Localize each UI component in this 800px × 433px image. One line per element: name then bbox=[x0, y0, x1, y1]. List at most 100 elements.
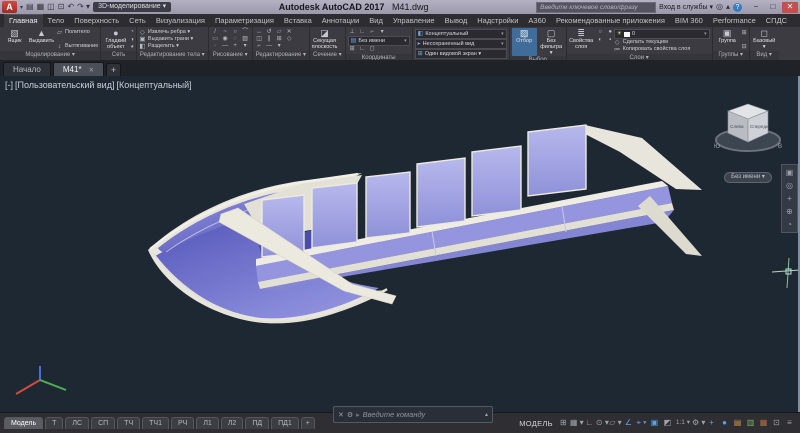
layout-tab[interactable]: Л1 bbox=[196, 417, 219, 429]
pan-icon[interactable]: ◎ bbox=[786, 181, 793, 190]
spline-icon[interactable]: — bbox=[221, 43, 230, 50]
capture-icon[interactable]: ▥ bbox=[744, 414, 757, 432]
ellipse-icon[interactable]: ◉ bbox=[221, 36, 230, 43]
extrude-button[interactable]: ▲ Выдавить bbox=[29, 28, 54, 51]
restore-button[interactable]: □ bbox=[765, 2, 781, 13]
section-plane-button[interactable]: ◪ Секущая плоскость bbox=[312, 28, 338, 51]
ribbon-tab[interactable]: Управление bbox=[388, 14, 440, 27]
presspull-button[interactable]: ↕ Вытягивание bbox=[56, 43, 98, 50]
compass-south-label[interactable]: Ю bbox=[714, 144, 720, 150]
dynamic-input-icon[interactable]: ▣ bbox=[648, 414, 661, 432]
draw-more-icon[interactable]: ▾ bbox=[241, 43, 250, 50]
drawing-canvas[interactable]: [-] [Пользовательский вид] [Концептуальн… bbox=[0, 76, 800, 412]
ucs-icon[interactable]: ⊥ bbox=[348, 29, 357, 36]
layout-tab[interactable]: СП bbox=[91, 417, 116, 429]
ribbon-tab[interactable]: Аннотации bbox=[317, 14, 365, 27]
file-tab-drawing[interactable]: M41* ✕ bbox=[52, 62, 105, 76]
polyline-icon[interactable]: ~ bbox=[221, 29, 230, 36]
ribbon-tab[interactable]: Сеть bbox=[124, 14, 151, 27]
exchange-apps-icon[interactable]: ◎ bbox=[716, 1, 723, 13]
undo-icon[interactable]: ↶ bbox=[67, 1, 74, 13]
panel-coordinates-label[interactable]: Координаты bbox=[345, 54, 412, 60]
ribbon-tab[interactable]: Тело bbox=[43, 14, 70, 27]
ucs-view-icon[interactable]: ◻ bbox=[368, 46, 377, 53]
ucs-more-icon[interactable]: ▾ bbox=[378, 29, 387, 36]
ribbon-tab[interactable]: Поверхность bbox=[69, 14, 124, 27]
osnap-icon[interactable]: ⌖ ▾ bbox=[635, 414, 648, 432]
layout-tab[interactable]: ЛС bbox=[65, 417, 90, 429]
polar-tracking-icon[interactable]: ⊙ ▾ bbox=[596, 414, 609, 432]
layout-tab[interactable]: РЧ bbox=[170, 417, 195, 429]
extrude-faces-button[interactable]: ▣ Выдавить грани ▾ bbox=[139, 36, 193, 43]
qnew-icon[interactable]: ▤ bbox=[26, 1, 34, 13]
ribbon-tab[interactable]: BIM 360 bbox=[670, 14, 708, 27]
ucs-origin-icon[interactable]: ⌐ bbox=[368, 29, 377, 36]
hardware-acceleration-icon[interactable]: ● bbox=[718, 414, 731, 432]
window-panel[interactable] bbox=[311, 182, 358, 249]
revcloud-icon[interactable]: ◌ bbox=[231, 36, 240, 43]
model-space-label[interactable]: МОДЕЛЬ bbox=[519, 419, 553, 428]
point-icon[interactable]: · bbox=[211, 43, 220, 50]
match-layer-button[interactable]: ≔ Копировать свойства слоя bbox=[614, 46, 710, 53]
command-input[interactable]: Введите команду bbox=[363, 410, 482, 419]
layer-properties-button[interactable]: ≣ Свойства слоя bbox=[569, 28, 594, 54]
mirror-icon[interactable]: ∥ bbox=[265, 36, 274, 43]
command-close-icon[interactable]: ✕ bbox=[338, 411, 344, 419]
layout-tab[interactable]: ПД1 bbox=[271, 417, 299, 429]
annotation-scale[interactable]: 1:1 ▾ bbox=[674, 414, 692, 432]
rectangle-icon[interactable]: ▭ bbox=[211, 36, 220, 43]
centerline-icon[interactable]: + bbox=[231, 43, 240, 50]
boat-model-3d[interactable] bbox=[0, 76, 800, 412]
help-icon[interactable]: ? bbox=[733, 2, 742, 12]
command-line[interactable]: ✕ ⚙ ▸ Введите команду ▴ bbox=[333, 406, 493, 423]
graphics-config-icon[interactable]: ⊡ bbox=[770, 414, 783, 432]
arc-icon[interactable]: ⌒ bbox=[241, 29, 250, 36]
hatch-icon[interactable]: ▨ bbox=[241, 36, 250, 43]
layout-tab[interactable]: ТЧ1 bbox=[142, 417, 169, 429]
ucs-z-icon[interactable]: ∟ bbox=[358, 46, 367, 53]
viewport-config-dropdown[interactable]: ⊞ Один видовой экран ▾ bbox=[414, 49, 507, 59]
save-icon[interactable]: ◫ bbox=[47, 1, 55, 13]
panel-layers-label[interactable]: Слои ▾ bbox=[566, 54, 712, 60]
ortho-icon[interactable]: ∟ bbox=[583, 414, 596, 432]
ribbon-tab[interactable]: Визуализация bbox=[151, 14, 210, 27]
make-current-button[interactable]: ◇ Сделать текущим bbox=[614, 39, 710, 46]
app-menu-arrow-icon[interactable]: ▾ bbox=[20, 4, 23, 11]
file-tab-close-icon[interactable]: ✕ bbox=[89, 66, 94, 74]
osnap-tracking-icon[interactable]: ∠ bbox=[622, 414, 635, 432]
window-panel[interactable] bbox=[471, 145, 522, 217]
layer-dropdown[interactable]: ☀ 0 ▾ bbox=[613, 29, 710, 39]
base-view-button[interactable]: ◻ Базовый ▾ bbox=[752, 28, 777, 51]
ribbon-tab[interactable]: Вывод bbox=[440, 14, 473, 27]
layout-tab[interactable]: ТЧ bbox=[117, 417, 141, 429]
signin-button[interactable]: Вход в службы ▾ bbox=[659, 3, 713, 11]
new-drawing-button[interactable]: + bbox=[106, 63, 122, 76]
panel-draw-label[interactable]: Рисование ▾ bbox=[208, 51, 252, 60]
window-panel[interactable] bbox=[416, 157, 466, 228]
group-button[interactable]: ▣ Группа bbox=[715, 28, 740, 51]
file-tab-start[interactable]: Начало bbox=[3, 62, 51, 76]
circle-icon[interactable]: ○ bbox=[231, 29, 240, 36]
viewport-view-control[interactable]: [Пользовательский вид] bbox=[15, 80, 114, 90]
zoom-icon[interactable]: + bbox=[787, 194, 792, 203]
layout-tab[interactable]: Л2 bbox=[220, 417, 244, 429]
app-menu-button[interactable]: A bbox=[2, 1, 17, 13]
offset-icon[interactable]: ⌐ bbox=[255, 43, 264, 50]
ribbon-tab[interactable]: Надстройки bbox=[472, 14, 523, 27]
modify-more-icon[interactable]: ▾ bbox=[275, 43, 284, 50]
ribbon-tab[interactable]: СПДС bbox=[761, 14, 792, 27]
ribbon-tab[interactable]: Главная bbox=[4, 14, 43, 27]
open-icon[interactable]: ▦ bbox=[37, 1, 45, 13]
move-icon[interactable]: ↔ bbox=[255, 29, 264, 36]
smooth-object-button[interactable]: ● Гладкий объект bbox=[103, 28, 128, 51]
panel-groups-label[interactable]: Группы ▾ bbox=[712, 51, 749, 60]
close-button[interactable]: ✕ bbox=[782, 1, 798, 13]
orbit-icon[interactable]: ⊕ bbox=[786, 207, 793, 216]
performance-recorder-icon[interactable]: ▤ bbox=[731, 414, 744, 432]
window-panel[interactable] bbox=[365, 171, 411, 239]
copy-icon[interactable]: ◫ bbox=[255, 36, 264, 43]
group-edit-icon[interactable]: ⊞ bbox=[742, 29, 747, 36]
explode-icon[interactable]: — bbox=[265, 43, 274, 50]
rotate-icon[interactable]: ↺ bbox=[265, 29, 274, 36]
panel-section-label[interactable]: Сечение ▾ bbox=[310, 51, 345, 60]
